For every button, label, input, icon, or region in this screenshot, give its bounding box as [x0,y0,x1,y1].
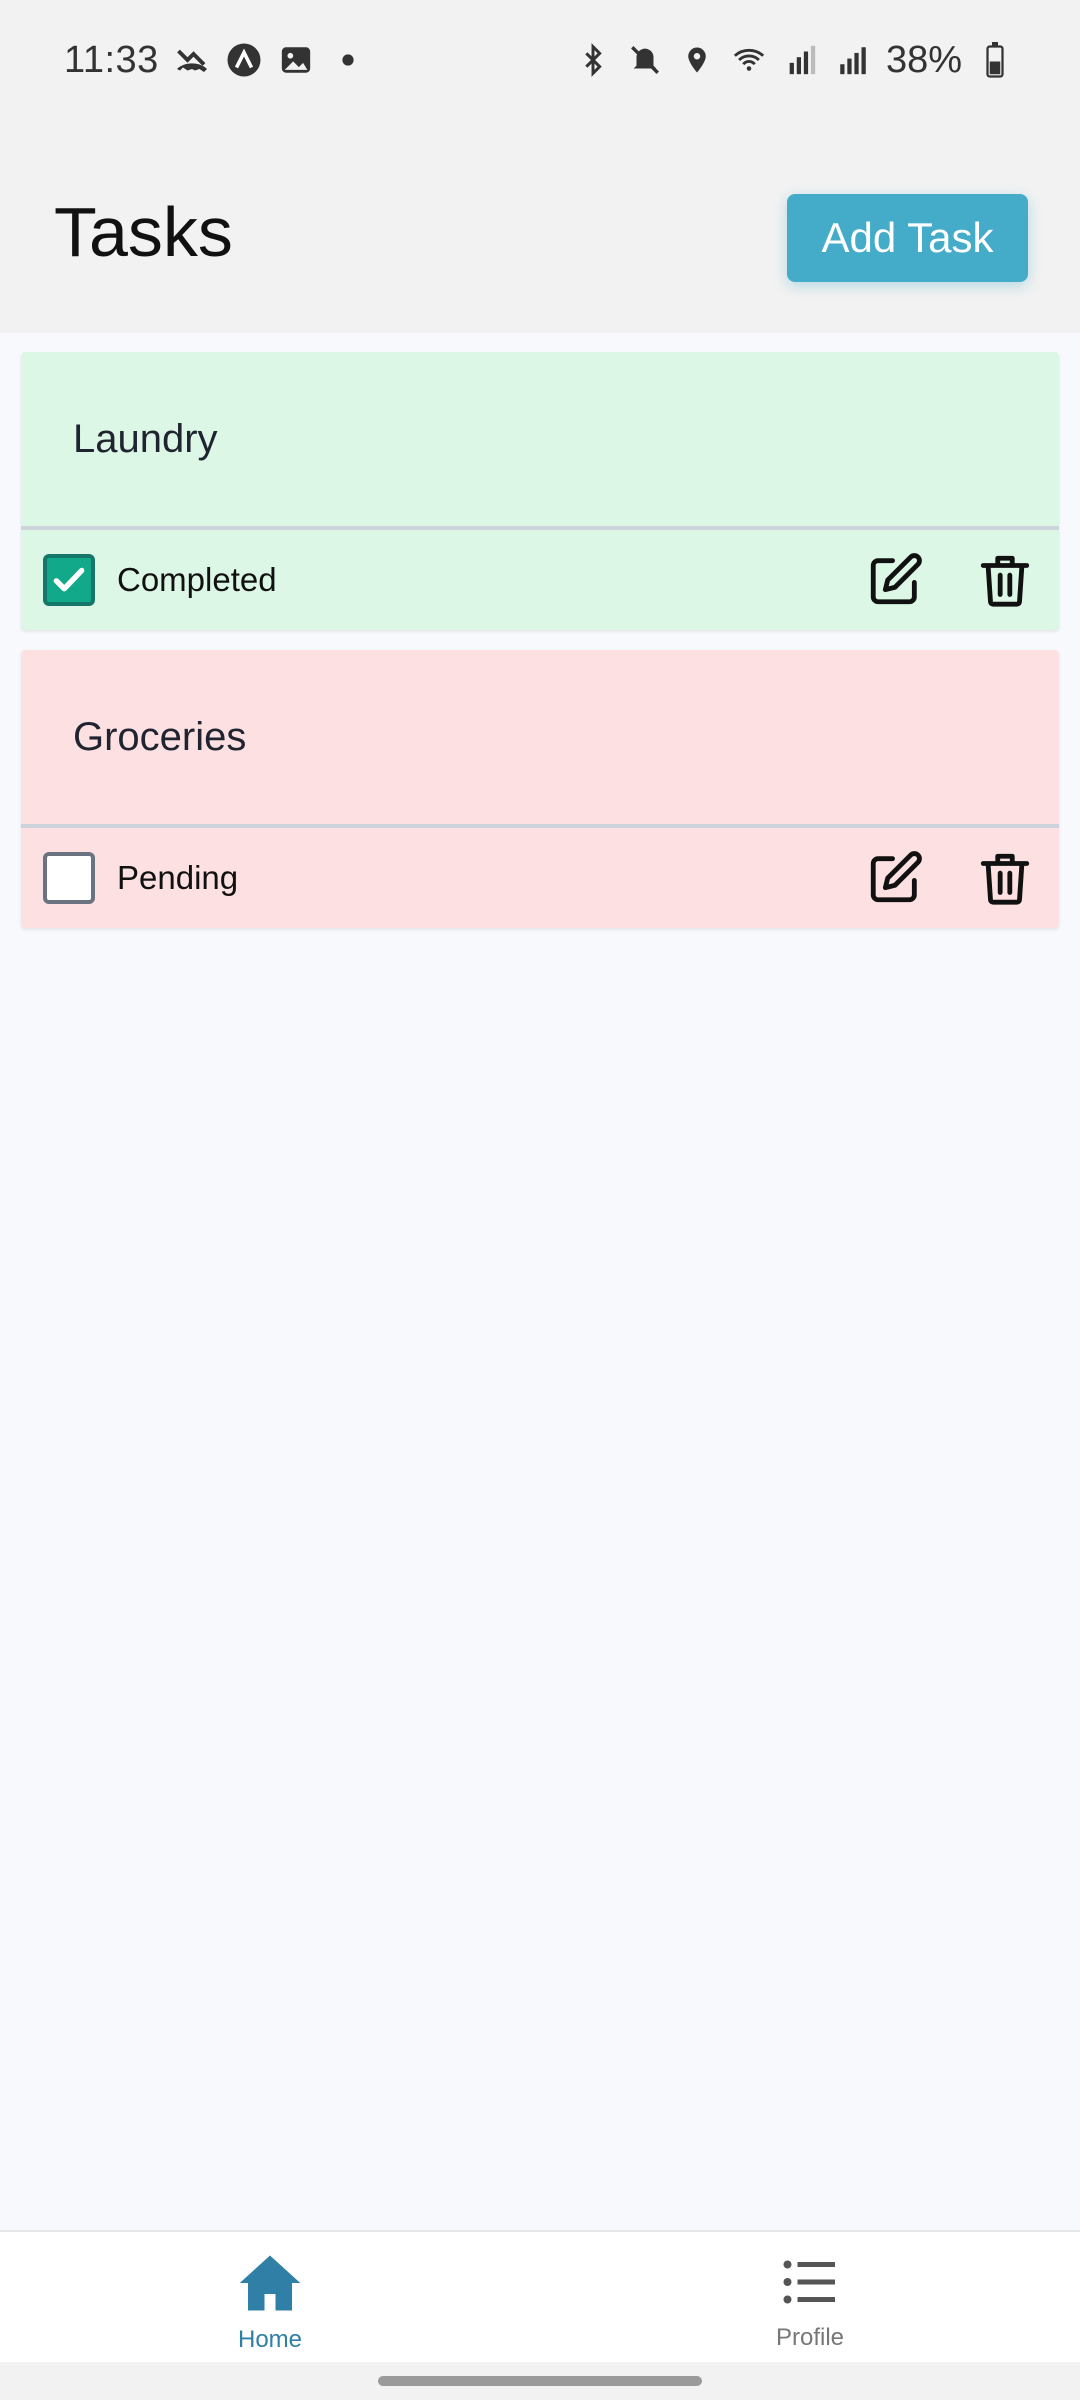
list-icon [783,2260,835,2304]
edit-task-button[interactable] [863,548,927,612]
dot-icon [329,41,367,79]
task-card-header[interactable]: Laundry [21,352,1059,526]
missed-call-icon [173,41,211,79]
location-icon [678,41,716,79]
check-icon [53,567,85,592]
edit-icon [870,851,922,903]
edit-icon [870,553,922,605]
task-title: Groceries [73,714,247,759]
gesture-area [0,2362,1080,2400]
task-title: Laundry [73,416,218,461]
status-time: 11:33 [64,38,159,81]
nav-label-home: Home [237,2326,303,2353]
delete-task-button[interactable] [973,548,1037,612]
task-status-checkbox[interactable] [43,852,95,904]
status-bar-left: 11:33 [64,39,367,82]
task-card: Laundry Completed [21,352,1059,630]
app-header: Tasks Add Task [0,120,1080,333]
battery-percent: 38% [885,38,962,81]
signal-r-icon [782,41,820,79]
task-list: Laundry Completed Groceries Pending [21,352,1059,948]
task-card: Groceries Pending [21,650,1059,928]
signal-icon [834,41,872,79]
nav-item-profile[interactable]: Profile [540,2232,1080,2362]
trash-icon [980,555,1030,607]
nav-item-home[interactable]: Home [0,2232,540,2362]
trash-icon [980,853,1030,905]
task-status-label: Completed [117,561,277,598]
nav-label-profile: Profile [775,2324,845,2351]
task-status-label: Pending [117,859,239,896]
wifi-icon [730,41,768,79]
page-title: Tasks [54,193,233,271]
mute-icon [626,41,664,79]
edit-task-button[interactable] [863,846,927,910]
task-card-footer: Pending [21,828,1059,928]
gallery-icon [277,41,315,79]
delete-task-button[interactable] [973,846,1037,910]
add-task-button[interactable]: Add Task [787,194,1028,282]
task-card-footer: Completed [21,530,1059,630]
task-card-header[interactable]: Groceries [21,650,1059,824]
battery-icon [976,41,1014,79]
gesture-bar[interactable] [378,2376,702,2386]
home-icon [239,2255,301,2311]
bottom-navigation: Home Profile [0,2230,1080,2362]
app-a-icon [225,41,263,79]
status-bar: 11:33 38% [0,0,1080,120]
task-status-checkbox[interactable] [43,554,95,606]
status-bar-right: 38% [574,39,1014,82]
bluetooth-icon [574,41,612,79]
